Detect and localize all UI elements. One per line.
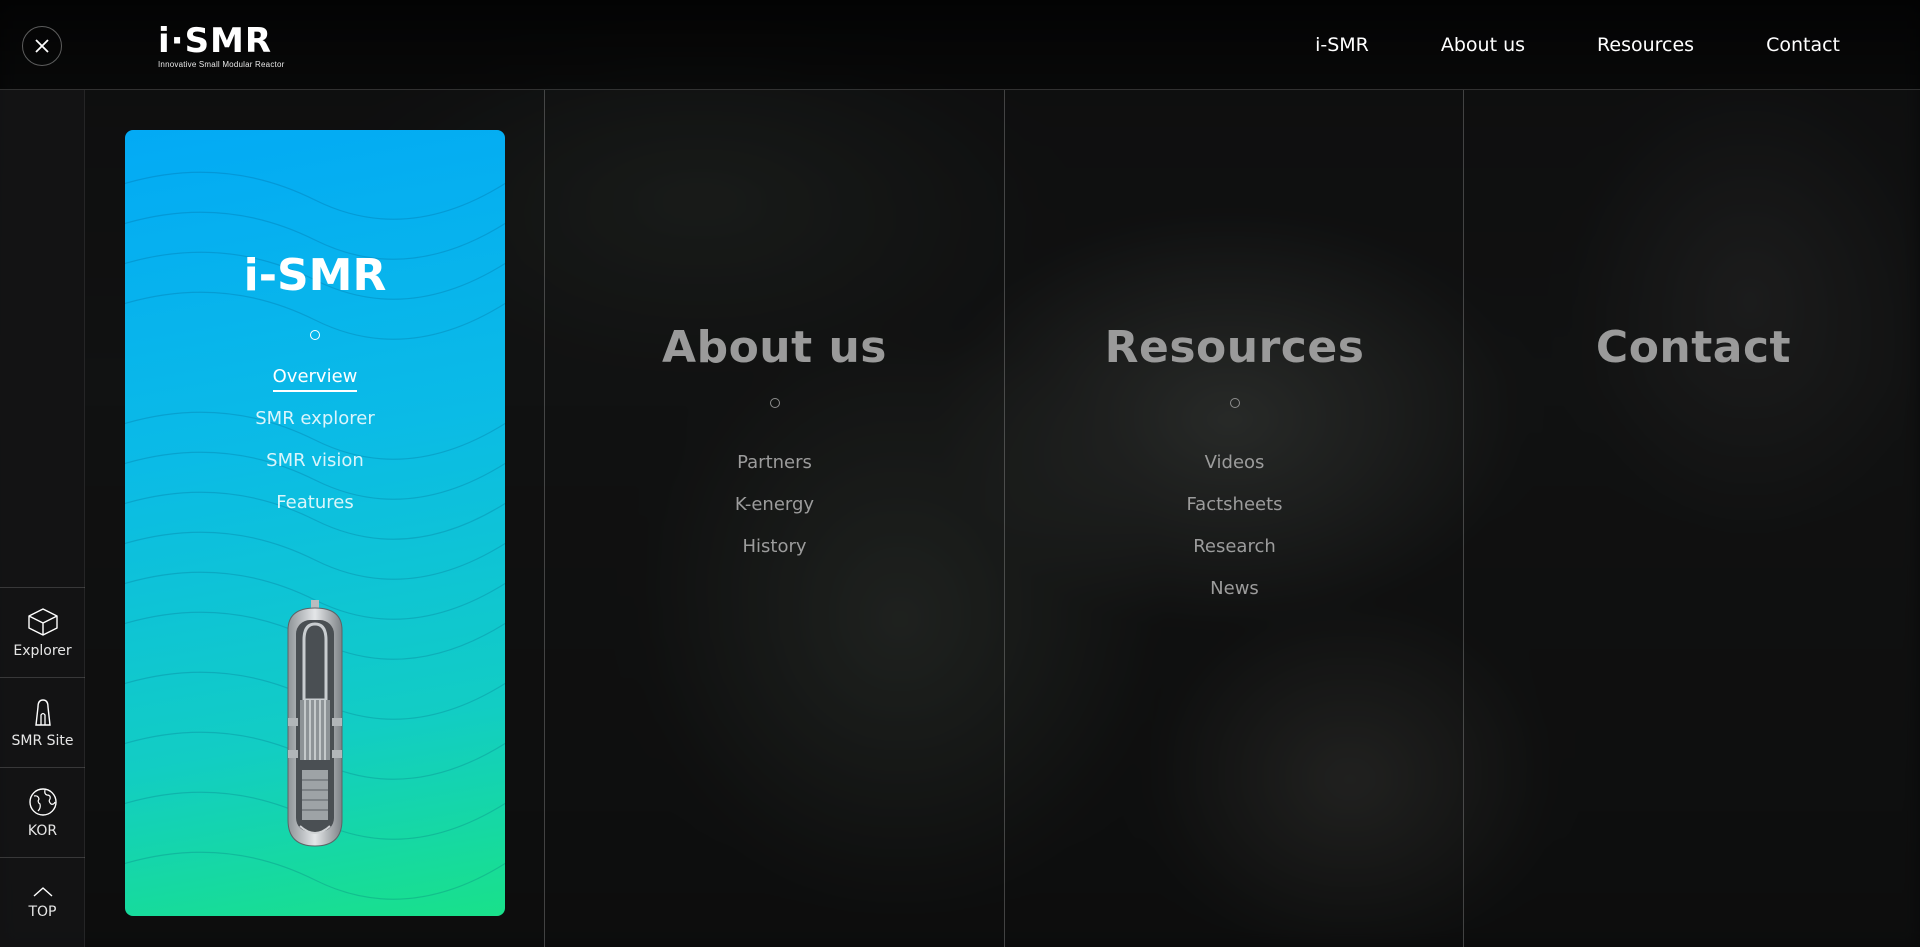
logo-mark: i·SMR [158, 21, 273, 61]
rail-item-kor[interactable]: KOR [0, 767, 85, 857]
menu-item-partners[interactable]: Partners [545, 442, 1004, 484]
cube-icon [27, 607, 58, 636]
card-menu-item-smr-vision[interactable]: SMR vision [125, 440, 505, 482]
column-about-us: About us Partners K-energy History [545, 90, 1004, 947]
menu-item-history[interactable]: History [545, 526, 1004, 568]
menu-item-videos[interactable]: Videos [1005, 442, 1464, 484]
about-us-menu: Partners K-energy History [545, 442, 1004, 568]
rail-item-smr-site[interactable]: SMR Site [0, 677, 85, 767]
top-nav: i-SMR About us Resources Contact [1315, 0, 1840, 90]
rail-label: TOP [28, 903, 57, 920]
logo-tagline: Innovative Small Modular Reactor [158, 60, 285, 69]
side-rail: Explorer SMR Site KOR TOP [0, 90, 85, 947]
rail-label: Explorer [13, 642, 72, 659]
nav-link-ismr[interactable]: i-SMR [1315, 34, 1369, 56]
title-dot [1229, 398, 1240, 408]
title-dot [310, 330, 320, 340]
card-menu: Overview SMR explorer SMR vision Feature… [125, 356, 505, 524]
rail-label: KOR [27, 822, 58, 839]
close-icon [35, 39, 49, 53]
resources-menu: Videos Factsheets Research News [1005, 442, 1464, 610]
card-menu-item-overview[interactable]: Overview [125, 356, 505, 398]
rail-label: SMR Site [11, 732, 74, 749]
nav-link-resources[interactable]: Resources [1597, 34, 1694, 56]
globe-icon [28, 787, 57, 816]
menu-item-k-energy[interactable]: K-energy [545, 484, 1004, 526]
chevron-up-icon [33, 886, 52, 897]
rail-item-top[interactable]: TOP [0, 857, 85, 947]
header: i·SMR Innovative Small Modular Reactor i… [0, 0, 1920, 90]
ismr-menu-card: i-SMR Overview SMR explorer SMR vision F… [125, 130, 505, 916]
rail-item-explorer[interactable]: Explorer [0, 587, 85, 677]
card-menu-item-features[interactable]: Features [125, 482, 505, 524]
menu-item-label: Overview [272, 366, 358, 392]
nav-link-about-us[interactable]: About us [1441, 34, 1525, 56]
column-contact: Contact [1464, 90, 1920, 947]
card-menu-item-smr-explorer[interactable]: SMR explorer [125, 398, 505, 440]
menu-item-factsheets[interactable]: Factsheets [1005, 484, 1464, 526]
column-title-about-us[interactable]: About us [545, 322, 1004, 373]
column-title-contact[interactable]: Contact [1464, 322, 1920, 373]
column-resources: Resources Videos Factsheets Research New… [1005, 90, 1464, 947]
card-title: i-SMR [243, 250, 387, 301]
nav-link-contact[interactable]: Contact [1766, 34, 1840, 56]
tower-icon [34, 698, 51, 726]
logo[interactable]: i·SMR Innovative Small Modular Reactor [158, 21, 285, 70]
title-dot [769, 398, 780, 408]
menu-item-research[interactable]: Research [1005, 526, 1464, 568]
reactor-illustration [287, 600, 343, 847]
menu-item-news[interactable]: News [1005, 568, 1464, 610]
column-title-resources[interactable]: Resources [1005, 322, 1464, 373]
close-menu-button[interactable] [22, 26, 62, 66]
